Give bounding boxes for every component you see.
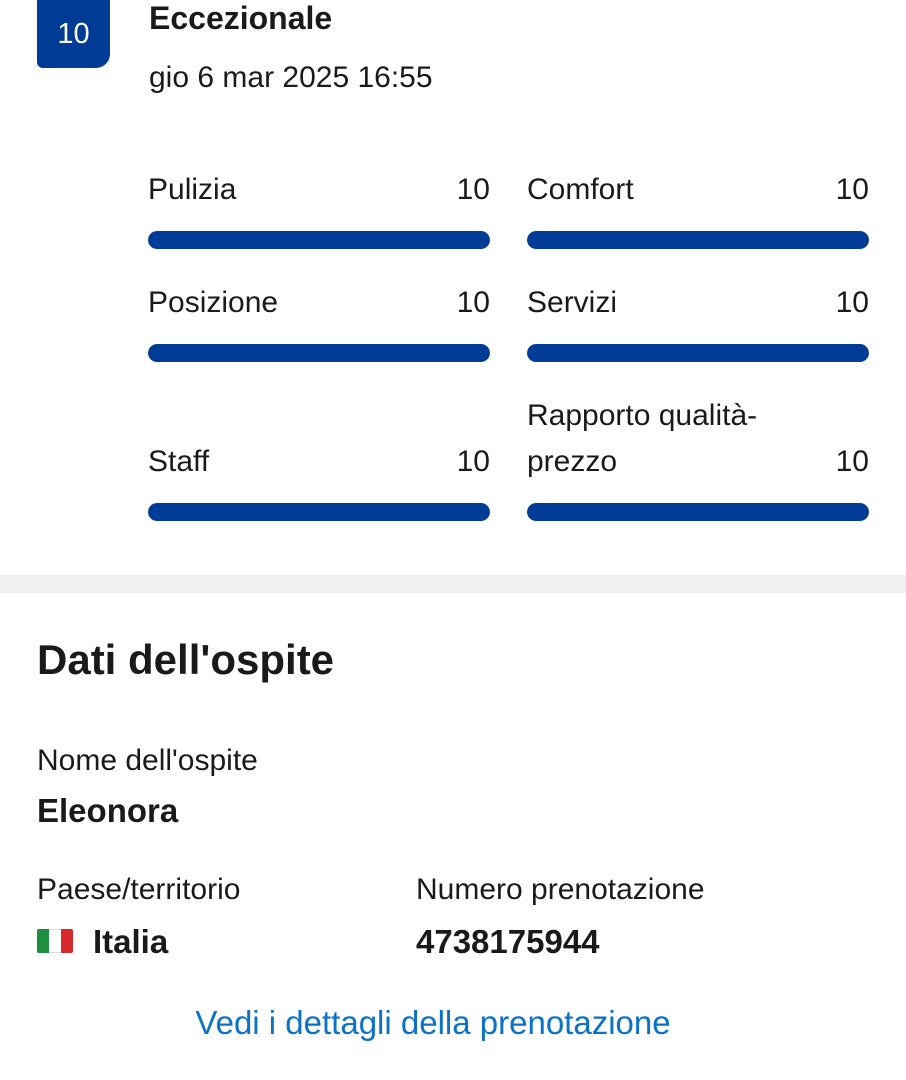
country-label: Paese/territorio (37, 873, 241, 906)
country-value-row: Italia (37, 920, 168, 964)
booking-details-link[interactable]: Vedi i dettagli della prenotazione (0, 1000, 866, 1046)
guest-section-title: Dati dell'ospite (37, 636, 335, 683)
category-name-line1: Rapporto qualità- (527, 399, 758, 432)
category-bar (148, 231, 490, 249)
category-name: Servizi (527, 286, 618, 319)
review-date: gio 6 mar 2025 16:55 (149, 61, 433, 94)
italy-flag-icon (37, 929, 73, 954)
category-bar (148, 344, 490, 362)
booking-number-value: 4738175944 (416, 923, 600, 960)
review-rating-label: Eccezionale (149, 0, 333, 36)
guest-name-value: Eleonora (37, 792, 179, 829)
category-name: Staff (148, 445, 210, 478)
category-pulizia: Pulizia 10 (148, 167, 490, 249)
category-bar (527, 231, 869, 249)
category-score: 10 (456, 445, 490, 478)
guest-name-label: Nome dell'ospite (37, 744, 258, 777)
category-posizione: Posizione 10 (148, 280, 490, 362)
category-score: 10 (835, 445, 869, 478)
category-name: Pulizia (148, 173, 237, 206)
review-score-badge: 10 (37, 0, 110, 68)
category-name: Rapporto qualità- prezzo (527, 393, 757, 485)
category-rapporto-qualita-prezzo: Rapporto qualità- prezzo 10 (527, 393, 869, 521)
category-bar (148, 503, 490, 521)
category-score: 10 (456, 173, 490, 206)
category-score: 10 (456, 286, 490, 319)
category-name: Comfort (527, 173, 634, 206)
booking-number-label: Numero prenotazione (416, 873, 705, 906)
category-comfort: Comfort 10 (527, 167, 869, 249)
category-name: Posizione (148, 286, 279, 319)
category-score: 10 (835, 173, 869, 206)
category-bar (527, 344, 869, 362)
category-servizi: Servizi 10 (527, 280, 869, 362)
country-value: Italia (93, 923, 169, 960)
category-staff: Staff 10 (148, 439, 490, 521)
category-bar (527, 503, 869, 521)
category-score: 10 (835, 286, 869, 319)
category-name-line2: prezzo (527, 445, 618, 478)
section-divider (0, 575, 906, 593)
